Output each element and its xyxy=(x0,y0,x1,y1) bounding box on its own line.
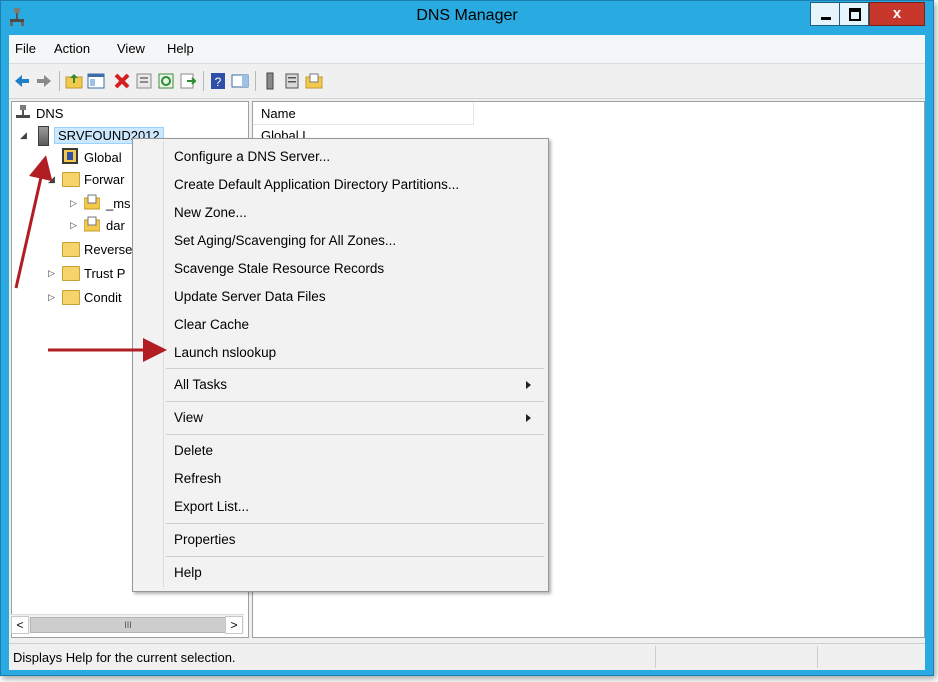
tree-label-reverse: Reverse xyxy=(84,242,133,257)
show-hide-tree-icon[interactable] xyxy=(87,72,105,90)
folder-icon xyxy=(62,242,80,257)
folder-icon xyxy=(62,290,80,305)
folder-icon xyxy=(62,172,80,187)
menu-item-properties[interactable]: Properties xyxy=(174,532,236,547)
server-icon xyxy=(38,126,49,146)
tree-label-trust-points: Trust P xyxy=(84,266,126,281)
global-logs-icon xyxy=(62,148,78,164)
expand-arrow-icon[interactable]: ▷ xyxy=(48,268,55,279)
expand-arrow-icon[interactable]: ▷ xyxy=(70,198,77,209)
title-bar[interactable]: DNS Manager x xyxy=(1,1,933,35)
toolbar-separator xyxy=(255,71,256,91)
menu-item-new-zone[interactable]: New Zone... xyxy=(174,205,247,220)
tree-label-dar: dar xyxy=(106,218,125,233)
svg-text:?: ? xyxy=(215,75,222,89)
folder-icon xyxy=(62,266,80,281)
menu-item-clear-cache[interactable]: Clear Cache xyxy=(174,317,249,332)
tree-label-conditional-forwarders: Condit xyxy=(84,290,122,305)
tree-horizontal-scrollbar[interactable]: < III > xyxy=(10,614,244,634)
show-hide-action-pane-icon[interactable] xyxy=(231,72,249,90)
server-icon[interactable] xyxy=(261,72,279,90)
menu-separator xyxy=(166,556,544,557)
export-list-icon[interactable] xyxy=(179,72,197,90)
collapse-arrow-icon[interactable]: ◢ xyxy=(48,174,55,185)
close-icon: x xyxy=(892,5,902,22)
menu-item-set-aging-scavenging[interactable]: Set Aging/Scavenging for All Zones... xyxy=(174,233,396,248)
menu-item-all-tasks[interactable]: All Tasks xyxy=(174,377,227,392)
menu-separator xyxy=(166,401,544,402)
forward-arrow-icon[interactable] xyxy=(35,72,53,90)
tree-label-global: Global xyxy=(84,150,122,165)
status-divider xyxy=(817,646,818,668)
maximize-button[interactable] xyxy=(839,2,869,26)
zone-icon[interactable] xyxy=(305,72,323,90)
menu-gutter xyxy=(163,141,164,587)
menu-item-update-server-data-files[interactable]: Update Server Data Files xyxy=(174,289,326,304)
scrollbar-thumb[interactable]: III xyxy=(30,617,226,633)
toolbar: ? xyxy=(9,64,925,99)
menu-separator xyxy=(166,368,544,369)
menu-file[interactable]: File xyxy=(15,41,36,56)
close-button[interactable]: x xyxy=(869,2,925,26)
context-menu: Configure a DNS Server... Create Default… xyxy=(132,138,549,592)
tree-label-forward: Forwar xyxy=(84,172,125,187)
expand-arrow-icon[interactable]: ▷ xyxy=(70,220,77,231)
menu-separator xyxy=(166,523,544,524)
column-header-name[interactable]: Name xyxy=(253,102,474,125)
menu-item-launch-nslookup[interactable]: Launch nslookup xyxy=(174,345,276,360)
delete-icon[interactable] xyxy=(113,72,131,90)
tree-label-dns: DNS xyxy=(36,106,64,121)
menu-action[interactable]: Action xyxy=(54,41,90,56)
zone-icon xyxy=(84,216,100,232)
menu-item-refresh[interactable]: Refresh xyxy=(174,471,221,486)
toolbar-separator xyxy=(203,71,204,91)
menu-item-create-default-partitions[interactable]: Create Default Application Directory Par… xyxy=(174,177,459,192)
back-arrow-icon[interactable] xyxy=(13,72,31,90)
up-folder-icon[interactable] xyxy=(65,72,83,90)
window-title: DNS Manager xyxy=(416,7,518,24)
menu-item-delete[interactable]: Delete xyxy=(174,443,213,458)
menu-view[interactable]: View xyxy=(117,41,145,56)
menu-help[interactable]: Help xyxy=(167,41,194,56)
menu-item-export-list[interactable]: Export List... xyxy=(174,499,249,514)
status-text: Displays Help for the current selection. xyxy=(13,650,236,665)
status-bar: Displays Help for the current selection. xyxy=(9,643,925,670)
submenu-arrow-icon xyxy=(526,381,531,389)
scrollbar-grip-icon: III xyxy=(124,620,132,630)
minimize-button[interactable] xyxy=(810,2,840,26)
menu-item-view[interactable]: View xyxy=(174,410,203,425)
tree-label-msdcs: _ms xyxy=(106,196,131,211)
refresh-icon[interactable] xyxy=(157,72,175,90)
menu-item-configure-dns-server[interactable]: Configure a DNS Server... xyxy=(174,149,330,164)
record-icon[interactable] xyxy=(283,72,301,90)
status-divider xyxy=(655,646,656,668)
dns-root-icon xyxy=(16,105,30,118)
menu-separator xyxy=(166,434,544,435)
expand-arrow-icon[interactable]: ▷ xyxy=(48,292,55,303)
collapse-arrow-icon[interactable]: ◢ xyxy=(20,130,27,141)
zone-icon xyxy=(84,194,100,210)
scroll-right-button[interactable]: > xyxy=(225,616,243,634)
column-header-label: Name xyxy=(261,106,296,121)
menu-item-help[interactable]: Help xyxy=(174,565,202,580)
scroll-left-button[interactable]: < xyxy=(11,616,29,634)
toolbar-separator xyxy=(59,71,60,91)
help-icon[interactable]: ? xyxy=(209,72,227,90)
menu-bar: File Action View Help xyxy=(9,35,925,64)
menu-item-scavenge-stale-records[interactable]: Scavenge Stale Resource Records xyxy=(174,261,384,276)
properties-icon[interactable] xyxy=(135,72,153,90)
submenu-arrow-icon xyxy=(526,414,531,422)
